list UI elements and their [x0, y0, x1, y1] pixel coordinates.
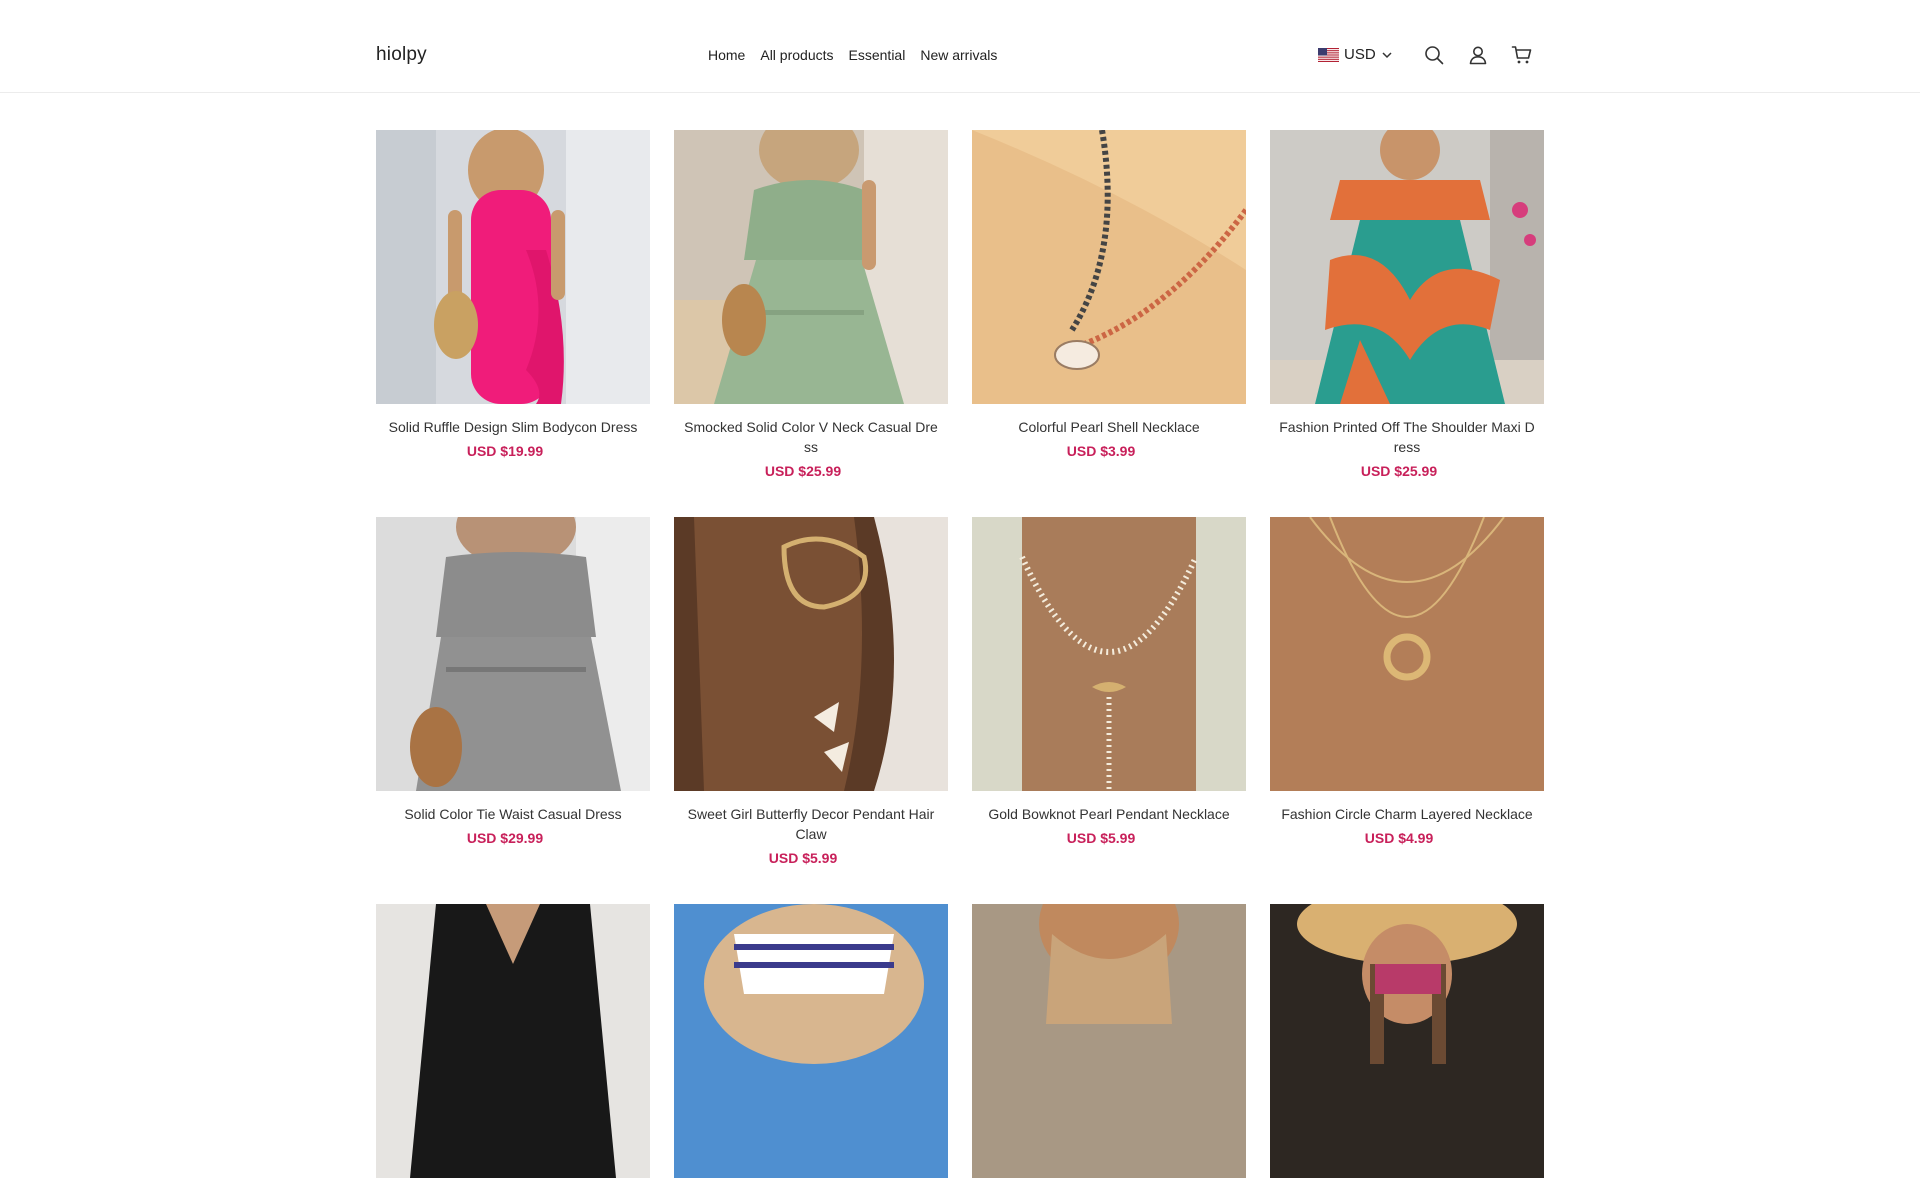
store-logo[interactable]: hiolpy [376, 44, 427, 66]
product-price: USD $3.99 [1066, 443, 1136, 459]
product-image[interactable] [376, 517, 650, 791]
product-title[interactable]: Fashion Printed Off The Shoulder Maxi Dr… [1270, 417, 1544, 457]
product-title[interactable]: Colorful Pearl Shell Necklace [972, 417, 1246, 437]
chevron-down-icon [1382, 51, 1392, 58]
product-card[interactable]: Solid Ruffle Design Slim Bodycon Dress U… [376, 130, 650, 459]
nav-new-arrivals[interactable]: New arrivals [920, 47, 997, 63]
cart-icon [1511, 46, 1532, 64]
cart-button[interactable] [1511, 44, 1533, 66]
site-header: hiolpy Home All products Essential New a… [0, 0, 1920, 93]
product-price: USD $5.99 [1066, 830, 1136, 846]
nav-all-products[interactable]: All products [760, 47, 833, 63]
product-card[interactable]: Smocked Solid Color V Neck Casual Dress … [674, 130, 948, 479]
product-card[interactable]: Solid Color Tie Waist Casual Dress USD $… [376, 517, 650, 846]
nav-essential[interactable]: Essential [849, 47, 906, 63]
product-card[interactable]: Sweet Girl Butterfly Decor Pendant Hair … [674, 517, 948, 866]
product-card[interactable]: Gold Bowknot Pearl Pendant Necklace USD … [972, 517, 1246, 846]
nav-home[interactable]: Home [708, 47, 745, 63]
product-price: USD $19.99 [466, 443, 544, 459]
product-card[interactable]: Fashion Circle Charm Layered Necklace US… [1270, 517, 1544, 846]
product-image[interactable] [674, 517, 948, 791]
product-title[interactable]: Solid Ruffle Design Slim Bodycon Dress [376, 417, 650, 437]
product-price: USD $29.99 [466, 830, 544, 846]
product-price: USD $25.99 [764, 463, 842, 479]
product-price: USD $4.99 [1364, 830, 1434, 846]
product-image[interactable] [674, 130, 948, 404]
search-button[interactable] [1423, 44, 1445, 66]
product-title[interactable]: Solid Color Tie Waist Casual Dress [376, 804, 650, 824]
product-card[interactable]: Fashion Printed Off The Shoulder Maxi Dr… [1270, 130, 1544, 479]
product-image[interactable] [1270, 904, 1544, 1178]
product-image[interactable] [972, 904, 1246, 1178]
product-title[interactable]: Fashion Circle Charm Layered Necklace [1270, 804, 1544, 824]
product-image[interactable] [972, 130, 1246, 404]
us-flag-icon [1318, 47, 1339, 62]
product-title[interactable]: Sweet Girl Butterfly Decor Pendant Hair … [674, 804, 948, 844]
product-title[interactable]: Smocked Solid Color V Neck Casual Dress [674, 417, 948, 457]
product-image[interactable] [674, 904, 948, 1178]
product-card[interactable] [674, 904, 948, 1178]
product-image[interactable] [376, 904, 650, 1178]
product-image[interactable] [972, 517, 1246, 791]
account-button[interactable] [1467, 44, 1489, 66]
product-card[interactable] [1270, 904, 1544, 1178]
product-image[interactable] [1270, 517, 1544, 791]
product-title[interactable]: Gold Bowknot Pearl Pendant Necklace [972, 804, 1246, 824]
search-icon [1425, 46, 1444, 65]
product-price: USD $25.99 [1360, 463, 1438, 479]
main-nav: Home All products Essential New arrivals [708, 47, 997, 63]
currency-selector[interactable]: USD [1318, 46, 1393, 63]
product-price: USD $5.99 [768, 850, 838, 866]
currency-label: USD [1344, 46, 1376, 63]
account-icon [1469, 46, 1487, 65]
product-image[interactable] [376, 130, 650, 404]
product-card[interactable]: Colorful Pearl Shell Necklace USD $3.99 [972, 130, 1246, 459]
product-card[interactable] [972, 904, 1246, 1178]
product-image[interactable] [1270, 130, 1544, 404]
product-card[interactable] [376, 904, 650, 1178]
